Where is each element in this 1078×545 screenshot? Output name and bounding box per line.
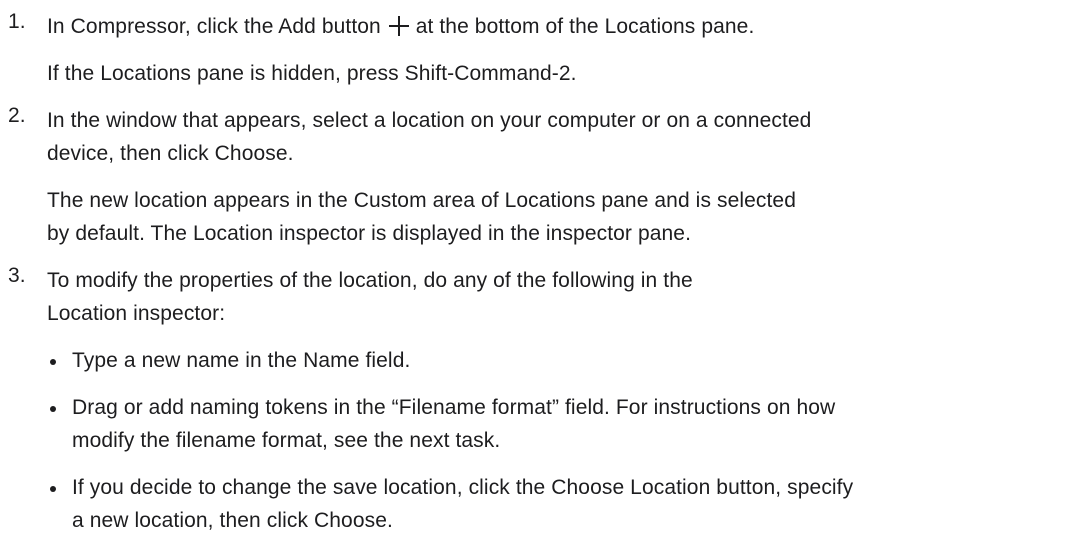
step-number: 2. <box>8 104 26 127</box>
step-3: 3. To modify the properties of the locat… <box>0 264 1078 537</box>
step-text-line-2: Location inspector: <box>47 302 226 325</box>
step-1: 1. In Compressor, click the Add button a… <box>0 10 1078 90</box>
step-text-end: at the bottom of the Locations pane. <box>415 15 755 38</box>
step-note-line-1: The new location appears in the Custom a… <box>47 189 796 212</box>
bullet-dot-icon <box>50 359 56 365</box>
instructions-page: 1. In Compressor, click the Add button a… <box>0 0 1078 545</box>
step-number: 3. <box>8 264 26 287</box>
bullet-item: Drag or add naming tokens in the “Filena… <box>47 391 1078 457</box>
bullet-text-line-2: a new location, then click Choose. <box>72 509 393 532</box>
bullet-item: Type a new name in the Name field. <box>47 344 1078 377</box>
step-text-line-1: To modify the properties of the location… <box>47 269 693 292</box>
step-note-line-2: by default. The Location inspector is di… <box>47 222 692 245</box>
step-note: If the Locations pane is hidden, press S… <box>47 62 577 85</box>
bullet-item: If you decide to change the save locatio… <box>47 471 1078 537</box>
step-text-start: In Compressor, click the Add button <box>47 15 381 38</box>
bullet-text-line-1: If you decide to change the save locatio… <box>72 476 854 499</box>
bullet-dot-icon <box>50 406 56 412</box>
bullet-text-line-2: modify the filename format, see the next… <box>72 429 501 452</box>
step-text-line-1: In the window that appears, select a loc… <box>47 109 812 132</box>
bullet-text-line-1: Type a new name in the Name field. <box>72 349 411 372</box>
step-2: 2. In the window that appears, select a … <box>0 104 1078 250</box>
step-number: 1. <box>8 10 26 33</box>
step-text: In Compressor, click the Add button at t… <box>47 10 1078 43</box>
step-text-line-2: device, then click Choose. <box>47 142 294 165</box>
bullet-text-line-1: Drag or add naming tokens in the “Filena… <box>72 396 836 419</box>
bullet-dot-icon <box>50 486 56 492</box>
steps-list: 1. In Compressor, click the Add button a… <box>0 10 1078 537</box>
plus-icon <box>388 16 409 36</box>
bullet-list: Type a new name in the Name field. Drag … <box>47 344 1078 537</box>
